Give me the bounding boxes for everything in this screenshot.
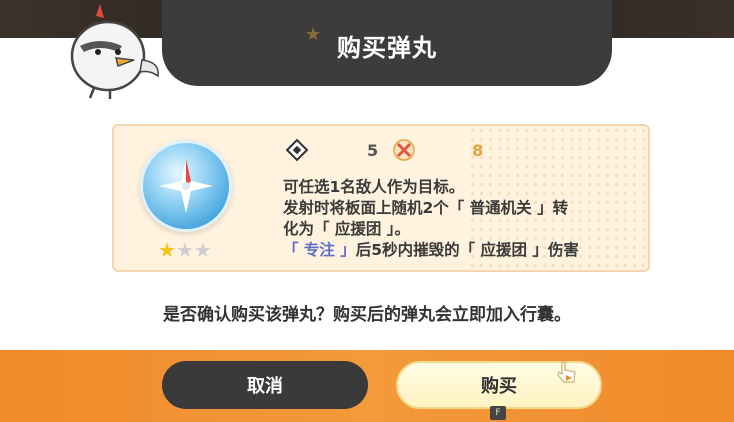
star-empty-icon: ★ [175, 238, 194, 262]
description-line: 发射时将板面上随机2个「 普通机关 」转 [283, 199, 569, 217]
star-filled-icon: ★ [158, 238, 176, 262]
star-decoration-icon: ★ [305, 24, 322, 45]
description-line: 可任选1名敌人作为目标。 [283, 178, 465, 196]
item-description: 可任选1名敌人作为目标。 发射时将板面上随机2个「 普通机关 」转 化为「 应援… [283, 177, 613, 261]
item-stats: 5 8 [285, 138, 483, 162]
stat-b-value: 8 [472, 140, 484, 160]
stat-a-value: 5 [367, 140, 379, 160]
crossed-arrows-icon [392, 138, 416, 162]
projectile-orb-icon [140, 140, 232, 232]
star-empty-icon: ★ [193, 238, 212, 262]
buy-key-hint: F [490, 406, 506, 420]
confirm-message: 是否确认购买该弹丸？购买后的弹丸会立即加入行囊。 [163, 305, 571, 325]
title-banner: 购买弹丸 [162, 0, 612, 86]
cancel-button[interactable]: 取消 [162, 361, 368, 409]
description-line: 化为「 应援团 」。 [283, 220, 411, 238]
dialog-title: 购买弹丸 [337, 33, 437, 62]
mascot-bird-icon [60, 0, 170, 100]
description-line-rest: 后5秒内摧毁的「 应援团 」伤害 [355, 241, 579, 259]
keyword-focus: 「 专注 」 [283, 241, 356, 259]
pointer-hand-icon [556, 360, 578, 384]
description-line: 「 专注 」后5秒内摧毁的「 应援团 」伤害 [283, 240, 613, 261]
rarity-stars: ★ ★ ★ [158, 240, 212, 260]
diamond-rune-icon [285, 138, 309, 162]
